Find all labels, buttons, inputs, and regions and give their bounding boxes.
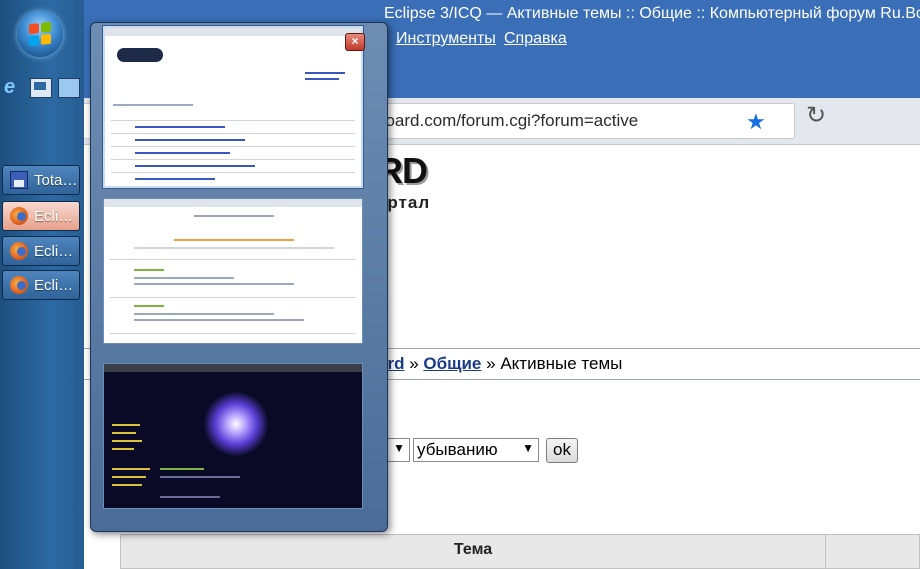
internet-explorer-icon[interactable]: e [4,77,24,97]
breadcrumb-separator: » [409,354,419,373]
thumbnail-row [111,146,355,147]
thumbnail-row [110,259,356,260]
thumbnail-link [135,139,245,141]
taskbar-preview-popup: × [90,22,388,532]
thumbnail-menu [112,484,142,486]
thumbnail-menu [112,440,142,442]
thumbnail-link [135,165,255,167]
chevron-down-icon: ▼ [393,441,405,455]
thumbnail-link [135,178,215,180]
taskbar-item-total-commander[interactable]: Tota… [2,165,80,195]
sort-direction-select[interactable]: убыванию ▼ [413,438,539,462]
thumbnail-row [111,120,355,121]
show-desktop-icon[interactable] [58,78,80,98]
thumbnail-heading [160,468,204,470]
thumbnail-toolbar [104,364,362,372]
thumbnail-menu [112,468,150,470]
firefox-icon [10,207,28,225]
thumbnail-text [113,104,193,106]
window-switcher-icon[interactable] [30,78,52,98]
thumbnail-menu [112,448,134,450]
thumbnail-row [110,333,356,334]
thumbnail-text [134,319,304,321]
thumbnail-link [305,72,345,74]
thumbnail-text [160,476,240,478]
thumbnail-toolbar [105,28,361,36]
column-header-topic[interactable]: Тема [121,535,826,568]
start-button[interactable] [17,11,63,57]
thumbnail-tab-bar [174,239,294,241]
nebula-image [204,392,268,456]
topics-table-header: Тема [120,534,920,569]
space-site-thumbnail[interactable] [103,363,363,509]
firefox-icon [10,242,28,260]
breadcrumb-general-link[interactable]: Общие [423,354,481,373]
thumbnail-link [135,126,225,128]
menu-help[interactable]: Справка [504,30,567,48]
ru-board-logo [117,48,163,62]
menu-tools[interactable]: Инструменты [396,30,496,48]
thumbnail-text [134,283,294,285]
sort-direction-value: убыванию [417,440,498,459]
taskbar-item-eclipse-3[interactable]: Ecli… [2,270,80,300]
breadcrumb-separator: » [486,354,496,373]
forum-thread-thumbnail[interactable] [103,198,363,344]
thumbnail-text [134,277,234,279]
thumbnail-text [194,215,274,217]
thumbnail-menu [112,476,146,478]
thumbnail-text [134,313,274,315]
taskbar-item-eclipse-1[interactable]: Ecli… [2,201,80,231]
thumbnail-link [135,152,230,154]
breadcrumb-current: Активные темы [500,354,623,373]
thumbnail-text [160,496,220,498]
ru-board-thumbnail[interactable] [103,26,363,188]
taskbar-item-eclipse-2[interactable]: Ecli… [2,236,80,266]
address-bar-url: board.com/forum.cgi?forum=active [376,111,639,130]
thumbnail-toolbar [104,199,362,207]
close-icon[interactable]: × [345,33,365,51]
thumbnail-menu [112,432,136,434]
thumbnail-text [134,247,334,249]
taskbar: e Tota… Ecli… Ecli… Ecli… [0,0,84,569]
thumbnail-row [111,133,355,134]
thumbnail-row [111,159,355,160]
reload-icon[interactable]: ↻ [806,101,826,130]
thumbnail-row [111,172,355,173]
ok-button[interactable]: ok [546,438,578,463]
thumbnail-author [134,269,164,271]
thumbnail-author [134,305,164,307]
chevron-down-icon: ▼ [522,441,534,455]
windows-logo-icon [29,21,51,47]
bookmark-star-icon[interactable]: ★ [746,109,766,135]
window-title: Eclipse 3/ICQ — Активные темы :: Общие :… [384,5,920,22]
thumbnail-link [305,78,339,80]
thumbnail-menu [112,424,140,426]
thumbnail-row [110,297,356,298]
total-commander-icon [10,171,28,189]
firefox-icon [10,276,28,294]
